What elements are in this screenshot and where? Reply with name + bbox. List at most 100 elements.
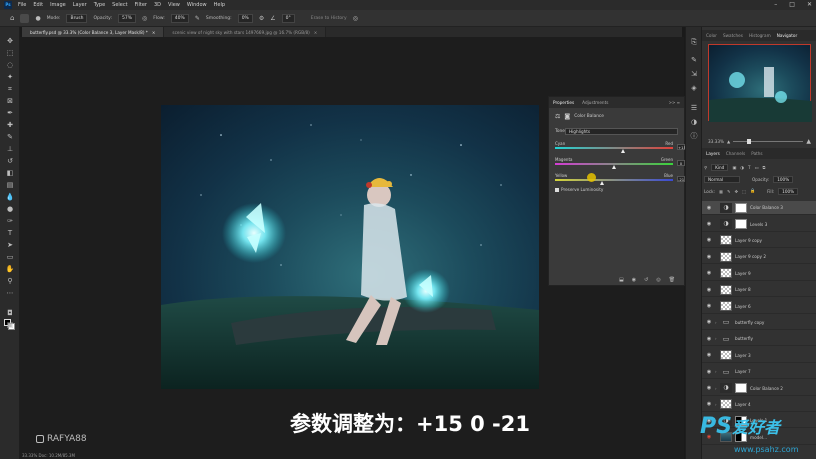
layer-mask-icon[interactable]: ◙: [564, 113, 570, 120]
brush-size-icon[interactable]: ●: [35, 15, 40, 22]
healing-brush-tool-icon[interactable]: ✚: [5, 121, 15, 130]
layer-row[interactable]: ◉ Layer 9 copy: [702, 234, 816, 249]
chevron-right-icon[interactable]: ›: [715, 386, 719, 391]
pressure-opacity-icon[interactable]: ◎: [142, 15, 147, 22]
visibility-eye-icon[interactable]: ◉: [706, 221, 712, 227]
eraser-tool-preset-icon[interactable]: [20, 13, 30, 23]
color-slider-track[interactable]: [555, 179, 673, 181]
menu-layer[interactable]: Layer: [73, 2, 87, 8]
3d-icon[interactable]: ◈: [689, 83, 699, 93]
layer-row[interactable]: ◉ ◑ Levels 3: [702, 217, 816, 232]
layer-row[interactable]: ◉ Layer 9 copy 2: [702, 250, 816, 265]
zoom-in-icon[interactable]: ▲: [806, 138, 811, 145]
smoothing-field[interactable]: 0%: [237, 13, 253, 23]
pressure-size-icon[interactable]: ◎: [353, 15, 358, 22]
info-icon[interactable]: ⓘ: [689, 131, 699, 141]
layer-opacity-field[interactable]: 100%: [773, 175, 794, 183]
tab-layers[interactable]: Layers: [706, 151, 720, 156]
layer-row[interactable]: ◉ › Layer 4: [702, 398, 816, 413]
frame-tool-icon[interactable]: ⊠: [5, 97, 15, 106]
opacity-field[interactable]: 57%: [117, 13, 136, 23]
menu-3d[interactable]: 3D: [154, 2, 161, 8]
clone-stamp-tool-icon[interactable]: ⊥: [5, 145, 15, 154]
tab-navigator[interactable]: Navigator: [777, 33, 798, 38]
preserve-luminosity-checkbox[interactable]: Preserve Luminosity: [555, 187, 603, 192]
move-tool-icon[interactable]: ✥: [5, 37, 15, 46]
visibility-eye-icon[interactable]: ◉: [706, 369, 712, 375]
gradient-tool-icon[interactable]: ▤: [5, 181, 15, 190]
visibility-eye-icon[interactable]: ◉: [706, 336, 712, 342]
visibility-eye-icon[interactable]: ◉: [706, 287, 712, 293]
chevron-right-icon[interactable]: ›: [715, 402, 719, 407]
menu-image[interactable]: Image: [50, 2, 66, 8]
angle-field[interactable]: 0°: [281, 13, 295, 23]
visibility-eye-icon[interactable]: ◉: [706, 303, 712, 309]
visibility-eye-icon[interactable]: ◉: [706, 319, 712, 325]
tab-channels[interactable]: Channels: [726, 151, 745, 156]
filter-adjust-icon[interactable]: ◑: [740, 165, 744, 170]
zoom-slider-knob[interactable]: [747, 138, 752, 144]
visibility-eye-icon[interactable]: ◉: [706, 385, 712, 391]
menu-edit[interactable]: Edit: [33, 2, 43, 8]
menu-type[interactable]: Type: [94, 2, 105, 8]
dodge-tool-icon[interactable]: ●: [5, 205, 15, 214]
menu-select[interactable]: Select: [112, 2, 127, 8]
visibility-icon[interactable]: ◎: [656, 277, 660, 283]
lock-all-icon[interactable]: 🔒: [750, 188, 755, 194]
brush-settings-icon[interactable]: ✎: [689, 55, 699, 65]
flow-field[interactable]: 40%: [170, 13, 189, 23]
layer-row[interactable]: ◉ Layer 6: [702, 299, 816, 314]
menu-view[interactable]: View: [168, 2, 180, 8]
history-brush-tool-icon[interactable]: ↺: [5, 157, 15, 166]
slider-knob[interactable]: [600, 181, 605, 185]
lock-pixels-icon[interactable]: ▦: [719, 189, 723, 194]
slider-knob[interactable]: [621, 149, 626, 153]
lock-position-icon[interactable]: ✥: [734, 189, 738, 194]
properties-icon[interactable]: ☰: [689, 103, 699, 113]
menu-file[interactable]: File: [18, 2, 26, 8]
layer-row[interactable]: ◉ › ▭ Layer 7: [702, 365, 816, 380]
adjustments-icon[interactable]: ◑: [689, 117, 699, 127]
lock-paint-icon[interactable]: ✎: [727, 189, 731, 194]
blur-tool-icon[interactable]: 💧: [5, 193, 15, 202]
settings-gear-icon[interactable]: ⚙: [259, 15, 264, 22]
navigator-preview[interactable]: [708, 44, 812, 122]
filter-pixel-icon[interactable]: ▣: [732, 165, 736, 170]
type-tool-icon[interactable]: T: [5, 229, 15, 238]
delete-icon[interactable]: 🗑: [669, 277, 675, 283]
crop-tool-icon[interactable]: ⌗: [5, 85, 15, 94]
menu-filter[interactable]: Filter: [135, 2, 147, 8]
shape-tool-icon[interactable]: ▭: [5, 253, 15, 262]
view-previous-icon[interactable]: ◉: [632, 277, 636, 283]
layer-mask-thumbnail[interactable]: [735, 219, 747, 230]
layer-row[interactable]: ◉ Layer 3: [702, 349, 816, 363]
lasso-tool-icon[interactable]: ◌: [5, 61, 15, 70]
tab-night-sky[interactable]: scenic view of night sky with stars 1497…: [164, 27, 327, 37]
tab-butterfly[interactable]: butterfly.psd @ 33.3% (Color Balance 3, …: [22, 27, 165, 37]
tab-paths[interactable]: Paths: [751, 151, 762, 156]
slider-knob[interactable]: [612, 165, 616, 169]
menu-help[interactable]: Help: [214, 2, 225, 8]
layer-row[interactable]: ◉ Layer 9: [702, 267, 816, 281]
panel-menu-icon[interactable]: >> ≡: [669, 100, 680, 105]
visibility-eye-icon[interactable]: ◉: [706, 254, 712, 260]
slider-value-field[interactable]: 0: [677, 160, 685, 166]
lock-artboard-icon[interactable]: ⬚: [742, 189, 746, 194]
more-tools-icon[interactable]: ⋯: [5, 289, 15, 298]
eyedropper-tool-icon[interactable]: ✒: [5, 109, 15, 118]
chevron-right-icon[interactable]: ›: [715, 320, 719, 325]
zoom-out-icon[interactable]: ▲: [727, 139, 730, 144]
blend-mode-select[interactable]: Normal: [704, 175, 740, 183]
marquee-tool-icon[interactable]: ⬚: [5, 49, 15, 58]
screen-mode-icon[interactable]: ▣: [5, 321, 15, 330]
reset-icon[interactable]: ↺: [644, 277, 648, 283]
tone-select[interactable]: Highlights: [565, 128, 678, 135]
hand-tool-icon[interactable]: ✋: [5, 265, 15, 274]
kind-select[interactable]: Kind: [711, 163, 729, 171]
filter-smart-icon[interactable]: ⧉: [762, 165, 765, 170]
fill-field[interactable]: 100%: [778, 187, 799, 195]
visibility-eye-icon[interactable]: ◉: [706, 205, 712, 211]
visibility-eye-icon[interactable]: ◉: [706, 401, 712, 407]
chevron-right-icon[interactable]: ›: [715, 369, 719, 374]
tab-histogram[interactable]: Histogram: [749, 33, 771, 38]
